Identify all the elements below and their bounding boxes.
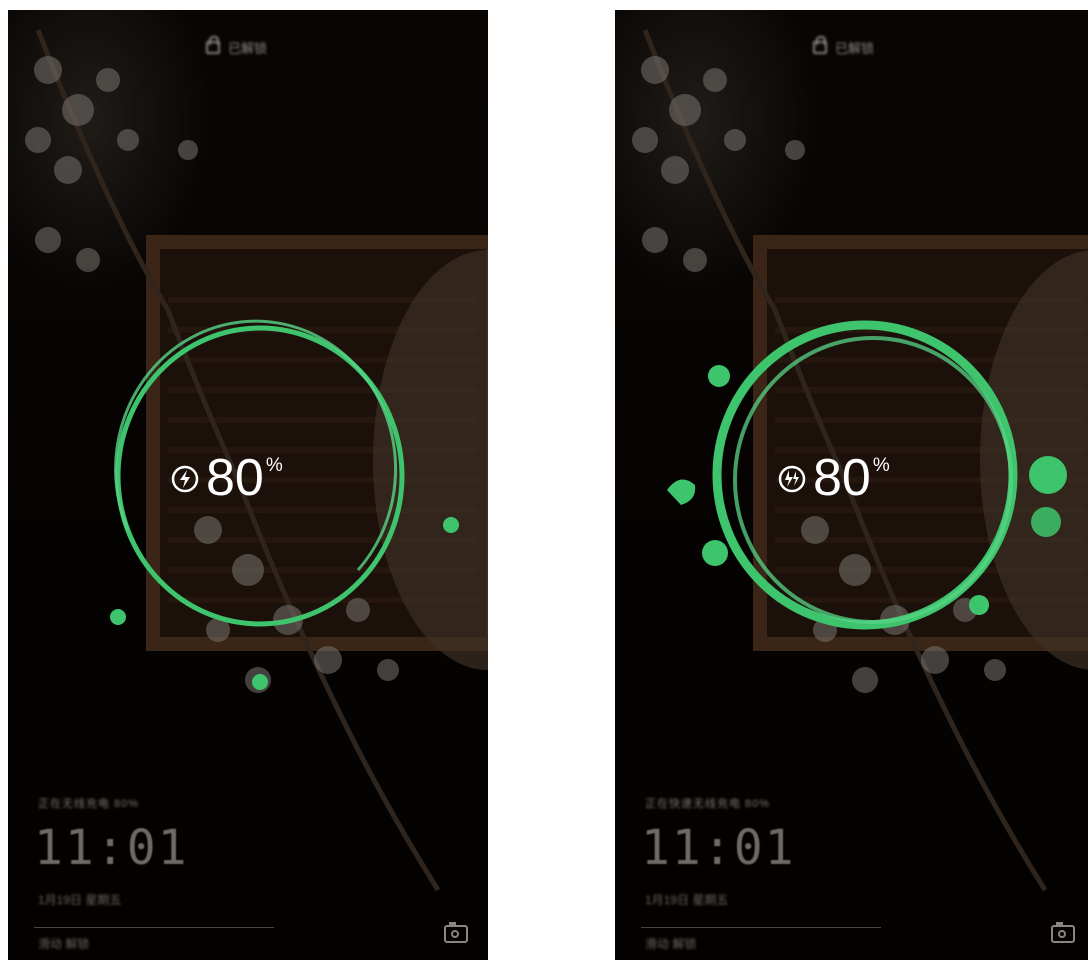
battery-value: 80	[813, 449, 871, 507]
date-text: 1月19日 星期五	[645, 893, 729, 907]
battery-percentage: 80 %	[777, 452, 890, 504]
battery-percentage: 80 %	[170, 452, 283, 504]
lockscreen-super-charging: 已解锁 80 % 正在快速无线充电 80% 11:01 1月19日 星期五 滑动…	[615, 10, 1088, 960]
divider	[34, 927, 274, 928]
divider	[641, 927, 881, 928]
charge-drop	[667, 479, 696, 505]
charge-particle	[110, 609, 126, 625]
charging-status-text: 正在无线充电 80%	[38, 798, 140, 810]
charge-particle	[1031, 507, 1061, 537]
camera-icon[interactable]	[444, 922, 468, 943]
charge-particle	[969, 595, 989, 615]
unlock-hint: 滑动 解锁	[645, 937, 697, 951]
unlock-hint: 滑动 解锁	[38, 937, 90, 951]
date-text: 1月19日 星期五	[38, 893, 122, 907]
charging-ring-inner	[114, 319, 398, 571]
charge-particle	[1029, 456, 1067, 494]
charge-particle	[443, 517, 459, 533]
charge-particle	[252, 674, 268, 690]
battery-unit: %	[872, 455, 890, 476]
charge-blob	[702, 540, 728, 566]
clock: 11:01	[641, 820, 796, 876]
charge-blob	[708, 365, 730, 387]
charging-status-text: 正在快速无线充电 80%	[645, 798, 771, 810]
lockscreen-normal-charging: 已解锁 80 % 正在无线充电 80% 11:01 1月19日 星期五 滑动 解…	[8, 10, 488, 960]
wireless-charging-bolt-icon	[171, 465, 199, 493]
clock: 11:01	[34, 820, 189, 876]
camera-icon[interactable]	[1051, 922, 1075, 943]
wireless-charging-bolt-icon	[778, 465, 806, 493]
battery-unit: %	[265, 455, 283, 476]
battery-value: 80	[206, 449, 264, 507]
